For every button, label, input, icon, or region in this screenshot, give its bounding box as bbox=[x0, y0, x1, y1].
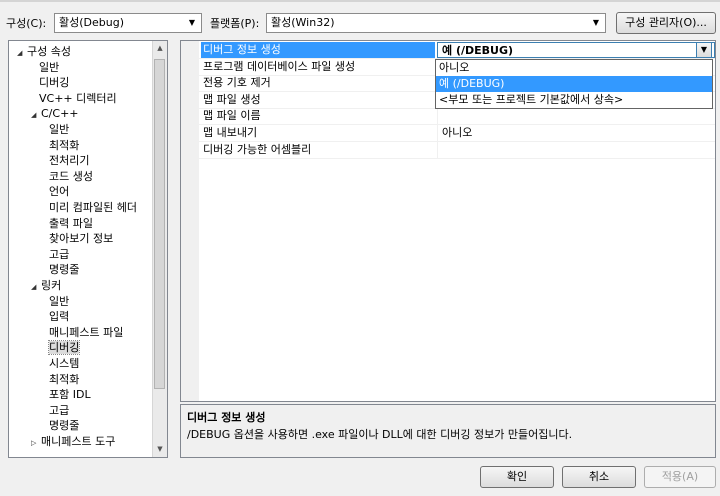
property-row[interactable]: 디버그 정보 생성 예 (/DEBUG) bbox=[181, 42, 715, 59]
scroll-up-icon[interactable]: ▲ bbox=[153, 41, 167, 56]
tree-item-label: 코드 생성 bbox=[49, 169, 93, 183]
tree-item-label: 출력 파일 bbox=[49, 216, 93, 230]
ok-button[interactable]: 확인 bbox=[480, 466, 554, 488]
config-combobox[interactable]: 활성(Debug) ▼ bbox=[54, 13, 202, 33]
tree-item[interactable]: 입력 bbox=[49, 309, 69, 324]
tree-item[interactable]: 고급 bbox=[49, 403, 69, 418]
tree-item[interactable]: 찾아보기 정보 bbox=[49, 231, 113, 246]
property-name: 프로그램 데이터베이스 파일 생성 bbox=[203, 59, 356, 73]
property-tree[interactable]: ◢ 구성 속성 일반 디버깅 VC++ 디렉터리 ◢ C/C++ 일반 최적화 전처리기 코드 생성… bbox=[8, 40, 168, 458]
dropdown-arrow-icon[interactable]: ▼ bbox=[590, 14, 602, 32]
tree-item[interactable]: 매니페스트 파일 bbox=[49, 325, 123, 340]
property-value[interactable]: 예 (/DEBUG) bbox=[437, 42, 715, 58]
property-value[interactable] bbox=[437, 108, 715, 125]
tree-item[interactable]: 명령줄 bbox=[49, 418, 79, 433]
dropdown-option[interactable]: <부모 또는 프로젝트 기본값에서 상속> bbox=[436, 92, 712, 108]
collapse-arrow-icon[interactable]: ◢ bbox=[17, 46, 27, 61]
tree-item[interactable]: 최적화 bbox=[49, 138, 79, 153]
dropdown-option[interactable]: 아니오 bbox=[436, 60, 712, 76]
tree-item-label: 구성 속성 bbox=[27, 45, 71, 58]
tree-item[interactable]: 포함 IDL bbox=[49, 387, 91, 402]
tree-item-label: 일반 bbox=[49, 294, 70, 308]
tree-item[interactable]: 출력 파일 bbox=[49, 216, 93, 231]
tree-item-label: 디버깅 bbox=[47, 340, 81, 356]
tree-item-label: 링커 bbox=[41, 279, 62, 292]
property-value[interactable] bbox=[437, 141, 715, 158]
tree-item[interactable]: 최적화 bbox=[49, 372, 79, 387]
tree-item-label: 일반 bbox=[49, 123, 70, 136]
tree-item-label: VC++ 디렉터리 bbox=[39, 91, 117, 105]
property-row[interactable]: 디버깅 가능한 어셈블리 bbox=[181, 141, 715, 159]
config-manager-button[interactable]: 구성 관리자(O)... bbox=[616, 12, 716, 34]
tree-item[interactable]: ◢ 링커 bbox=[31, 278, 61, 293]
tree-item-label: 고급 bbox=[49, 247, 70, 261]
tree-item-label: 미리 컴파일된 헤더 bbox=[49, 201, 137, 214]
tree-item[interactable]: 전처리기 bbox=[49, 153, 89, 168]
description-text: /DEBUG 옵션을 사용하면 .exe 파일이나 DLL에 대한 디버깅 정보… bbox=[187, 428, 573, 441]
tree-item[interactable]: ◢ 구성 속성 bbox=[17, 44, 71, 59]
platform-label: 플랫폼(P): bbox=[210, 17, 260, 30]
tree-item-label: 매니페스트 파일 bbox=[49, 325, 124, 339]
property-name: 맵 파일 생성 bbox=[203, 92, 261, 106]
tree-item-label: 언어 bbox=[49, 185, 70, 199]
tree-item[interactable]: 일반 bbox=[49, 294, 69, 309]
tree-item-label: 명령줄 bbox=[49, 419, 80, 433]
tree-item-label: 시스템 bbox=[49, 357, 80, 370]
tree-item-label: 포함 IDL bbox=[49, 388, 91, 402]
dropdown-arrow-icon[interactable]: ▼ bbox=[186, 14, 198, 32]
property-name: 디버그 정보 생성 bbox=[201, 42, 435, 58]
tree-item[interactable]: 명령줄 bbox=[49, 262, 79, 277]
value-dropdown-list[interactable]: 아니오 예 (/DEBUG) <부모 또는 프로젝트 기본값에서 상속> bbox=[435, 59, 713, 109]
tree-item[interactable]: 일반 bbox=[49, 122, 69, 137]
tree-item[interactable]: 일반 bbox=[39, 60, 59, 75]
apply-button[interactable]: 적용(A) bbox=[644, 466, 716, 488]
scroll-down-icon[interactable]: ▼ bbox=[153, 442, 167, 457]
tree-item-label: 일반 bbox=[39, 60, 60, 74]
collapse-arrow-icon[interactable]: ◢ bbox=[31, 108, 41, 123]
property-name: 전용 기호 제거 bbox=[203, 76, 271, 90]
dropdown-option[interactable]: 예 (/DEBUG) bbox=[436, 76, 712, 92]
tree-item[interactable]: 미리 컴파일된 헤더 bbox=[49, 200, 137, 215]
chevron-down-icon: ▼ bbox=[700, 45, 708, 54]
description-panel: 디버그 정보 생성 /DEBUG 옵션을 사용하면 .exe 파일이나 DLL에… bbox=[180, 404, 716, 458]
property-row[interactable]: 맵 파일 이름 bbox=[181, 108, 715, 126]
tree-item-label: 매니페스트 도구 bbox=[41, 435, 116, 448]
scroll-thumb[interactable] bbox=[154, 59, 165, 389]
tree-item-label: 전처리기 bbox=[49, 154, 90, 168]
tree-item[interactable]: VC++ 디렉터리 bbox=[39, 91, 117, 106]
value-dropdown-button[interactable]: ▼ bbox=[696, 42, 712, 58]
tree-item[interactable]: 언어 bbox=[49, 184, 69, 199]
collapse-arrow-icon[interactable]: ◢ bbox=[31, 280, 41, 295]
property-name: 디버깅 가능한 어셈블리 bbox=[203, 142, 312, 156]
tree-item-label: 입력 bbox=[49, 310, 70, 324]
tree-item[interactable]: ▷ 매니페스트 도구 bbox=[31, 434, 115, 449]
property-row[interactable]: 맵 내보내기 아니오 bbox=[181, 125, 715, 142]
tree-item-label: 최적화 bbox=[49, 372, 80, 386]
tree-item-label: 최적화 bbox=[49, 138, 80, 152]
tree-item[interactable]: 시스템 bbox=[49, 356, 79, 371]
tree-item-label: 고급 bbox=[49, 403, 70, 417]
tree-item[interactable]: 디버깅 bbox=[47, 340, 81, 356]
expand-arrow-icon[interactable]: ▷ bbox=[31, 436, 41, 451]
platform-combobox[interactable]: 활성(Win32) ▼ bbox=[266, 13, 606, 33]
tree-item[interactable]: 고급 bbox=[49, 247, 69, 262]
tree-item[interactable]: ◢ C/C++ bbox=[31, 106, 79, 121]
config-combobox-value: 활성(Debug) bbox=[59, 16, 124, 29]
tree-scrollbar[interactable]: ▲ ▼ bbox=[152, 41, 167, 457]
cancel-button[interactable]: 취소 bbox=[562, 466, 636, 488]
tree-item[interactable]: 디버깅 bbox=[39, 75, 69, 90]
tree-item-label: 찾아보기 정보 bbox=[49, 232, 114, 246]
tree-item-label: 디버깅 bbox=[39, 76, 70, 90]
top-border bbox=[0, 0, 720, 2]
tree-item[interactable]: 코드 생성 bbox=[49, 169, 93, 184]
description-title: 디버그 정보 생성 bbox=[187, 411, 266, 424]
platform-combobox-value: 활성(Win32) bbox=[271, 16, 335, 29]
property-name: 맵 파일 이름 bbox=[203, 109, 261, 123]
tree-item-label: 명령줄 bbox=[49, 263, 80, 277]
config-label: 구성(C): bbox=[6, 17, 47, 30]
tree-item-label: C/C++ bbox=[41, 107, 79, 121]
property-name: 맵 내보내기 bbox=[203, 126, 258, 139]
property-value[interactable]: 아니오 bbox=[437, 125, 715, 141]
